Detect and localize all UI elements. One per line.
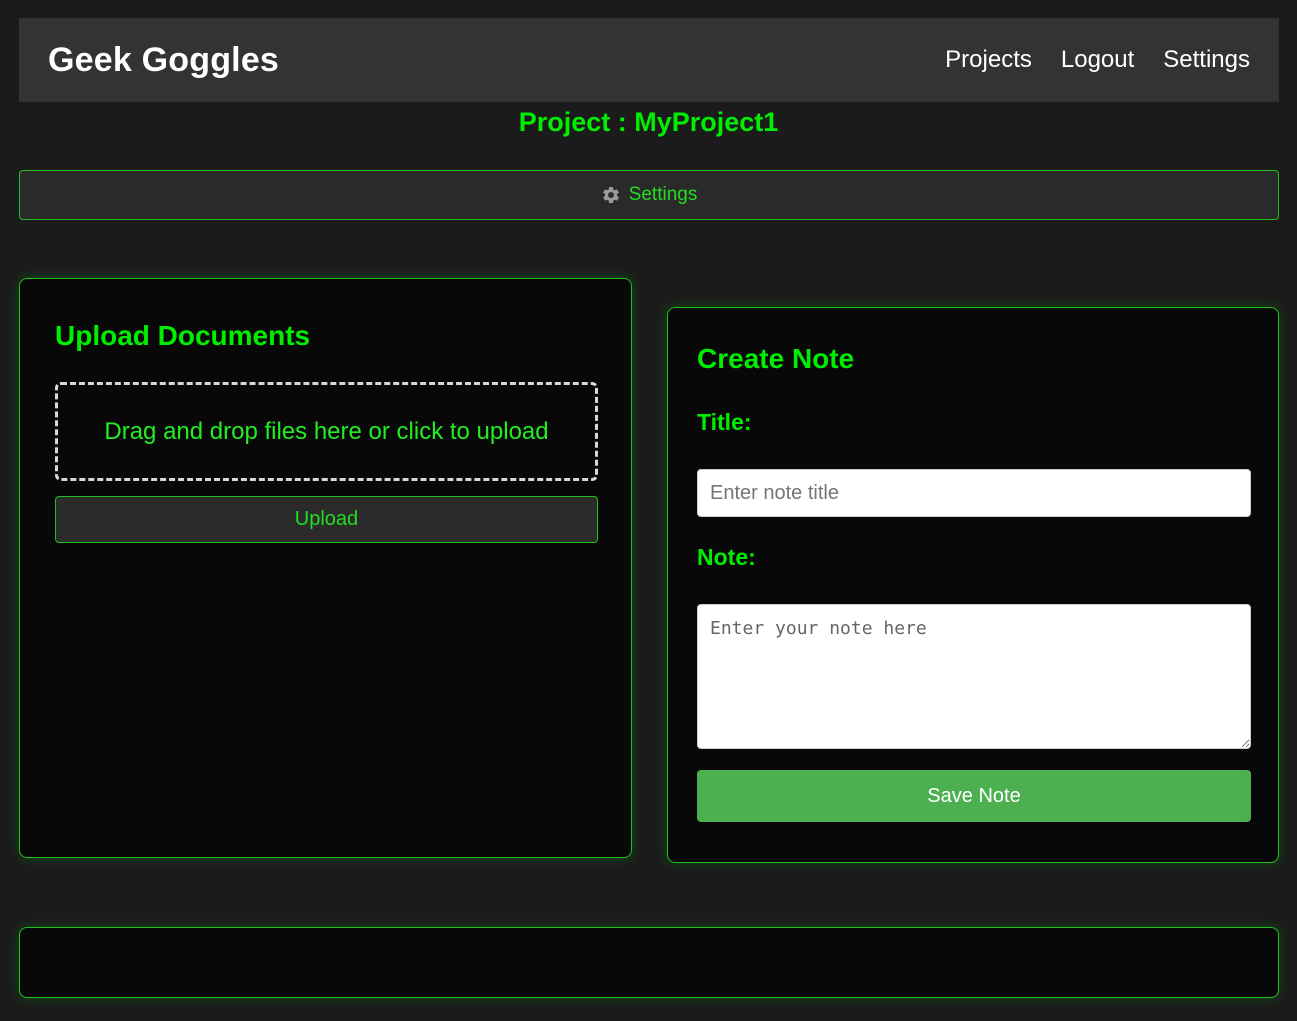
project-title: Project : MyProject1 [518,107,779,137]
file-dropzone[interactable]: Drag and drop files here or click to upl… [55,382,598,481]
top-navbar: Geek Goggles Projects Logout Settings [19,18,1279,102]
save-note-button[interactable]: Save Note [697,770,1251,822]
nav-links: Projects Logout Settings [945,46,1250,74]
note-title-input[interactable] [697,469,1251,517]
create-note-card: Create Note Title: Note: Save Note [667,307,1279,863]
brand-title: Geek Goggles [48,40,280,79]
upload-card-title: Upload Documents [55,320,311,351]
gear-icon [601,185,621,205]
nav-link-settings[interactable]: Settings [1163,46,1250,74]
dropzone-text: Drag and drop files here or click to upl… [104,417,549,445]
nav-link-logout[interactable]: Logout [1061,46,1134,74]
bottom-panel [19,927,1279,998]
upload-documents-card: Upload Documents Drag and drop files her… [19,278,632,858]
note-body-label: Note: [697,544,756,570]
note-card-title: Create Note [697,343,855,374]
upload-button[interactable]: Upload [55,496,598,543]
project-settings-button[interactable]: Settings [19,170,1279,220]
settings-bar-label: Settings [628,184,698,205]
nav-link-projects[interactable]: Projects [945,46,1032,74]
note-title-label: Title: [697,409,752,435]
note-body-textarea[interactable] [697,604,1251,749]
